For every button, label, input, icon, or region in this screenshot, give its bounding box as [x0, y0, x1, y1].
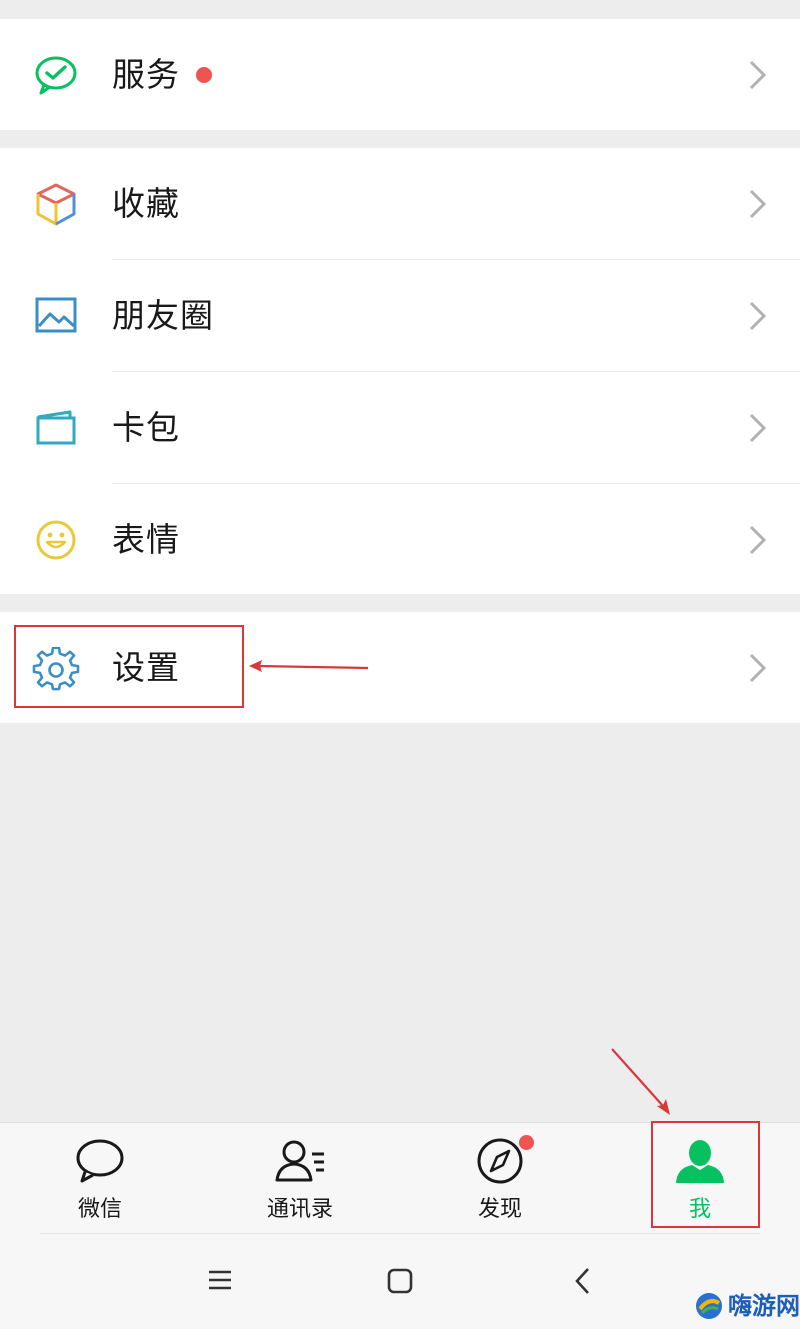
menu-label-services: 服务 [112, 55, 180, 94]
system-navigation-bar [0, 1233, 800, 1329]
tab-contacts[interactable]: 通讯录 [200, 1123, 400, 1233]
discover-red-dot-badge [519, 1135, 534, 1150]
menu-label-favorites: 收藏 [112, 184, 180, 223]
back-icon[interactable] [572, 1266, 594, 1296]
chevron-right-icon [749, 525, 767, 555]
menu-label-moments: 朋友圈 [112, 296, 214, 335]
chevron-right-icon [749, 301, 767, 331]
menu-label-stickers: 表情 [112, 520, 180, 559]
smiley-icon [36, 520, 76, 560]
features-group: 收藏 朋友圈 卡包 表情 [0, 148, 800, 594]
menu-item-card-pack[interactable]: 卡包 [0, 372, 800, 483]
watermark-text: 嗨游网 [728, 1292, 800, 1320]
chevron-right-icon [749, 60, 767, 90]
home-icon[interactable] [386, 1267, 414, 1295]
chevron-right-icon [749, 653, 767, 683]
tab-label-contacts: 通讯录 [266, 1197, 333, 1222]
menu-item-favorites[interactable]: 收藏 [0, 148, 800, 259]
wechat-pay-check-icon [35, 56, 77, 95]
menu-icon[interactable] [206, 1268, 234, 1292]
tab-label-discover: 发现 [477, 1197, 522, 1222]
menu-item-services[interactable]: 服务 [0, 19, 800, 130]
chevron-right-icon [749, 189, 767, 219]
menu-item-stickers[interactable]: 表情 [0, 484, 800, 595]
tab-discover[interactable]: 发现 [400, 1123, 600, 1233]
contacts-icon [275, 1140, 324, 1182]
settings-highlight-box [14, 625, 244, 708]
compass-icon [477, 1138, 523, 1184]
me-tab-highlight-box [651, 1121, 760, 1228]
services-red-dot-badge [196, 67, 212, 83]
watermark-logo-icon [696, 1293, 722, 1319]
tab-label-chats: 微信 [77, 1197, 122, 1222]
divider [40, 1233, 760, 1234]
chevron-right-icon [749, 413, 767, 443]
menu-item-moments[interactable]: 朋友圈 [0, 260, 800, 371]
wallet-icon [36, 410, 76, 445]
menu-label-card-pack: 卡包 [112, 408, 180, 447]
settings-pointer-arrow [249, 660, 369, 672]
services-group: 服务 [0, 19, 800, 130]
tab-chats[interactable]: 微信 [0, 1123, 200, 1233]
picture-icon [35, 297, 77, 333]
chat-bubble-icon [76, 1139, 124, 1183]
cube-icon [36, 183, 76, 226]
me-tab-pointer-arrow [611, 1048, 670, 1115]
top-gap [0, 0, 800, 18]
